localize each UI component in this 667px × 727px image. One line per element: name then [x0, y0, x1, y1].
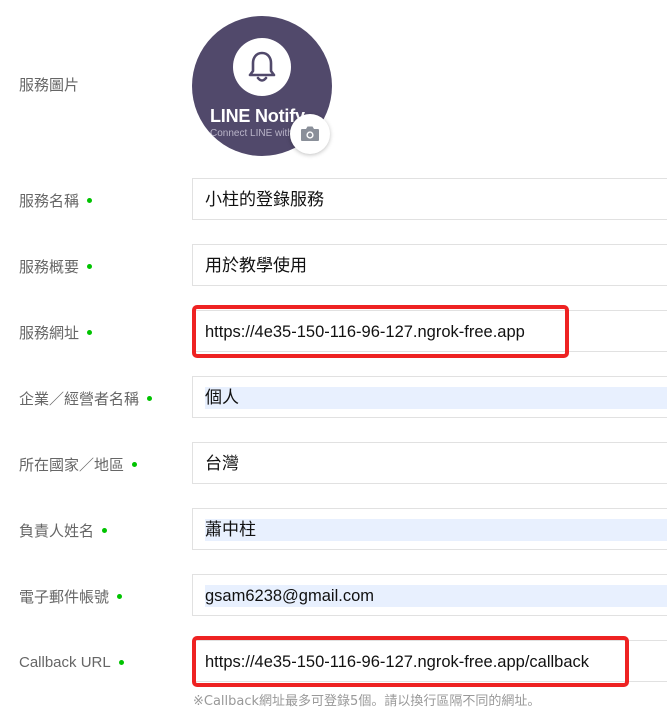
- bell-icon-circle: [233, 38, 291, 96]
- required-indicator: [87, 198, 93, 203]
- callback-note: ※Callback網址最多可登錄5個。請以換行區隔不同的網址。: [193, 694, 541, 709]
- contact-name-label: 負責人姓名: [19, 521, 108, 541]
- contact-name-value: 蕭中柱: [205, 520, 256, 540]
- required-indicator: [87, 264, 93, 269]
- email-value: gsam6238@gmail.com: [205, 587, 374, 605]
- upload-image-button[interactable]: [290, 114, 330, 154]
- service-summary-label: 服務概要: [19, 257, 93, 277]
- autofill-highlight: gsam6238@gmail.com: [205, 585, 667, 607]
- email-label: 電子郵件帳號: [19, 587, 123, 607]
- required-indicator: [132, 462, 138, 467]
- service-summary-input[interactable]: 用於教學使用: [192, 244, 667, 286]
- callback-url-highlight: [192, 636, 629, 687]
- callback-url-label: Callback URL: [19, 653, 124, 673]
- camera-icon: [301, 126, 319, 141]
- service-url-highlight: [192, 305, 569, 358]
- contact-name-input[interactable]: 蕭中柱: [192, 508, 667, 550]
- service-summary-value: 用於教學使用: [205, 256, 307, 276]
- country-value: 台灣: [205, 454, 239, 474]
- company-name-input[interactable]: 個人: [192, 376, 667, 418]
- required-indicator: [102, 528, 108, 533]
- logo-text: LINE Notify: [210, 106, 305, 126]
- service-name-input[interactable]: 小柱的登錄服務: [192, 178, 667, 220]
- company-name-label: 企業／經營者名稱: [19, 389, 153, 409]
- required-indicator: [147, 396, 153, 401]
- service-image-label: 服務圖片: [19, 76, 80, 94]
- bell-icon: [248, 51, 276, 82]
- service-url-label: 服務網址: [19, 323, 93, 343]
- autofill-highlight: 個人: [205, 387, 667, 409]
- required-indicator: [117, 594, 123, 599]
- service-name-value: 小柱的登錄服務: [205, 190, 324, 210]
- service-name-label: 服務名稱: [19, 191, 93, 211]
- company-name-value: 個人: [205, 388, 239, 408]
- email-input[interactable]: gsam6238@gmail.com: [192, 574, 667, 616]
- required-indicator: [118, 659, 124, 665]
- country-label: 所在國家／地區: [19, 455, 138, 475]
- country-input[interactable]: 台灣: [192, 442, 667, 484]
- autofill-highlight: 蕭中柱: [205, 519, 667, 541]
- required-indicator: [87, 330, 93, 335]
